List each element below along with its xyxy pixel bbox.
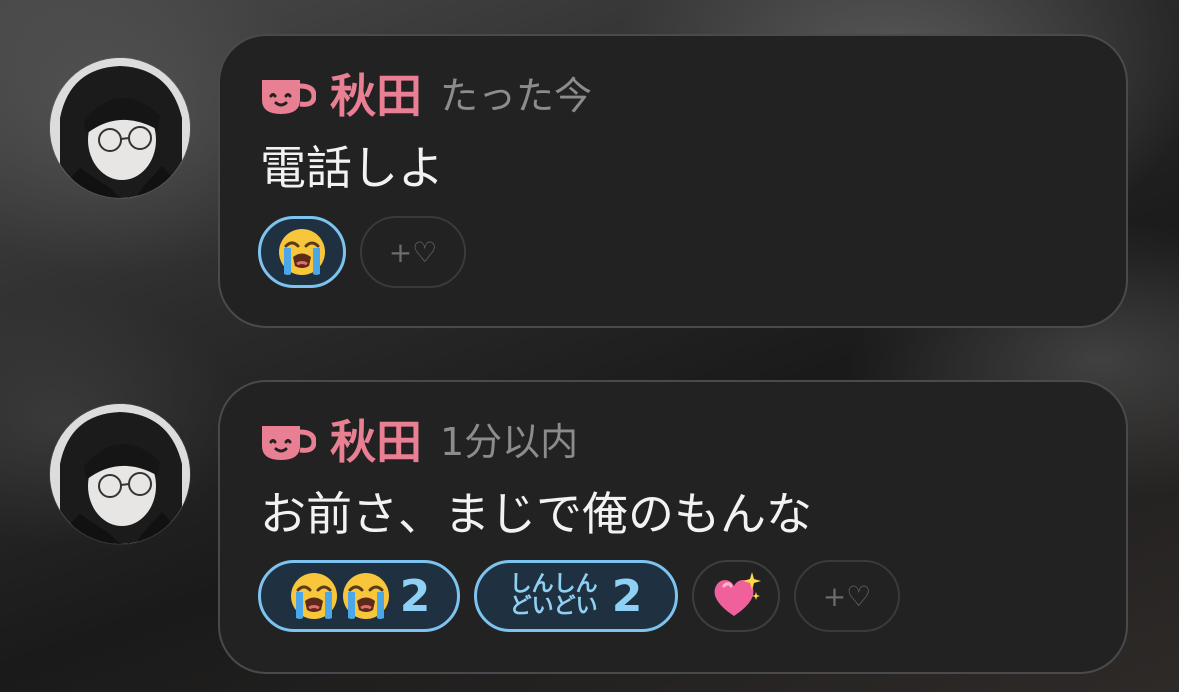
message-bubble[interactable]: 秋田 1分以内 お前さ、まじで俺のもんな 2 しんしん どいどい 2 +♡: [218, 380, 1128, 674]
custom-reaction-line: どいどい: [509, 594, 598, 619]
loudly-crying-face-icon: [340, 570, 392, 622]
message-text: 電話しよ: [260, 141, 444, 195]
loudly-crying-face-icon: [288, 570, 340, 622]
reaction-pill[interactable]: しんしん どいどい 2: [474, 560, 678, 632]
avatar-image: [50, 58, 190, 198]
reaction-count: 2: [611, 570, 643, 622]
message-header: 秋田 たった今: [260, 66, 592, 126]
add-reaction-label: +♡: [822, 579, 872, 613]
reaction-pill[interactable]: [692, 560, 780, 632]
add-reaction-label: +♡: [388, 235, 438, 269]
add-reaction-button[interactable]: +♡: [360, 216, 466, 288]
message-timestamp: 1分以内: [440, 420, 579, 464]
reaction-pill[interactable]: [258, 216, 346, 288]
author-avatar[interactable]: [50, 58, 190, 198]
loudly-crying-face-icon: [276, 226, 328, 278]
custom-reaction-label: しんしん どいどい: [510, 574, 598, 618]
author-name[interactable]: 秋田: [330, 66, 422, 126]
reaction-bar: 2 しんしん どいどい 2 +♡: [258, 560, 914, 632]
reaction-pill[interactable]: 2: [258, 560, 460, 632]
author-name[interactable]: 秋田: [330, 412, 422, 472]
author-avatar[interactable]: [50, 404, 190, 544]
add-reaction-button[interactable]: +♡: [794, 560, 900, 632]
message-header: 秋田 1分以内: [260, 412, 578, 472]
custom-reaction-line: しんしん: [509, 572, 598, 597]
reaction-bar: +♡: [258, 216, 480, 288]
message-timestamp: たった今: [440, 74, 593, 118]
cup-icon: [262, 426, 316, 460]
message-bubble[interactable]: 秋田 たった今 電話しよ +♡: [218, 34, 1128, 328]
avatar-image: [50, 404, 190, 544]
reaction-count: 2: [399, 570, 431, 622]
cup-icon: [262, 80, 316, 114]
sparkling-heart-icon: [710, 570, 762, 622]
message-text: お前さ、まじで俺のもんな: [260, 487, 812, 541]
